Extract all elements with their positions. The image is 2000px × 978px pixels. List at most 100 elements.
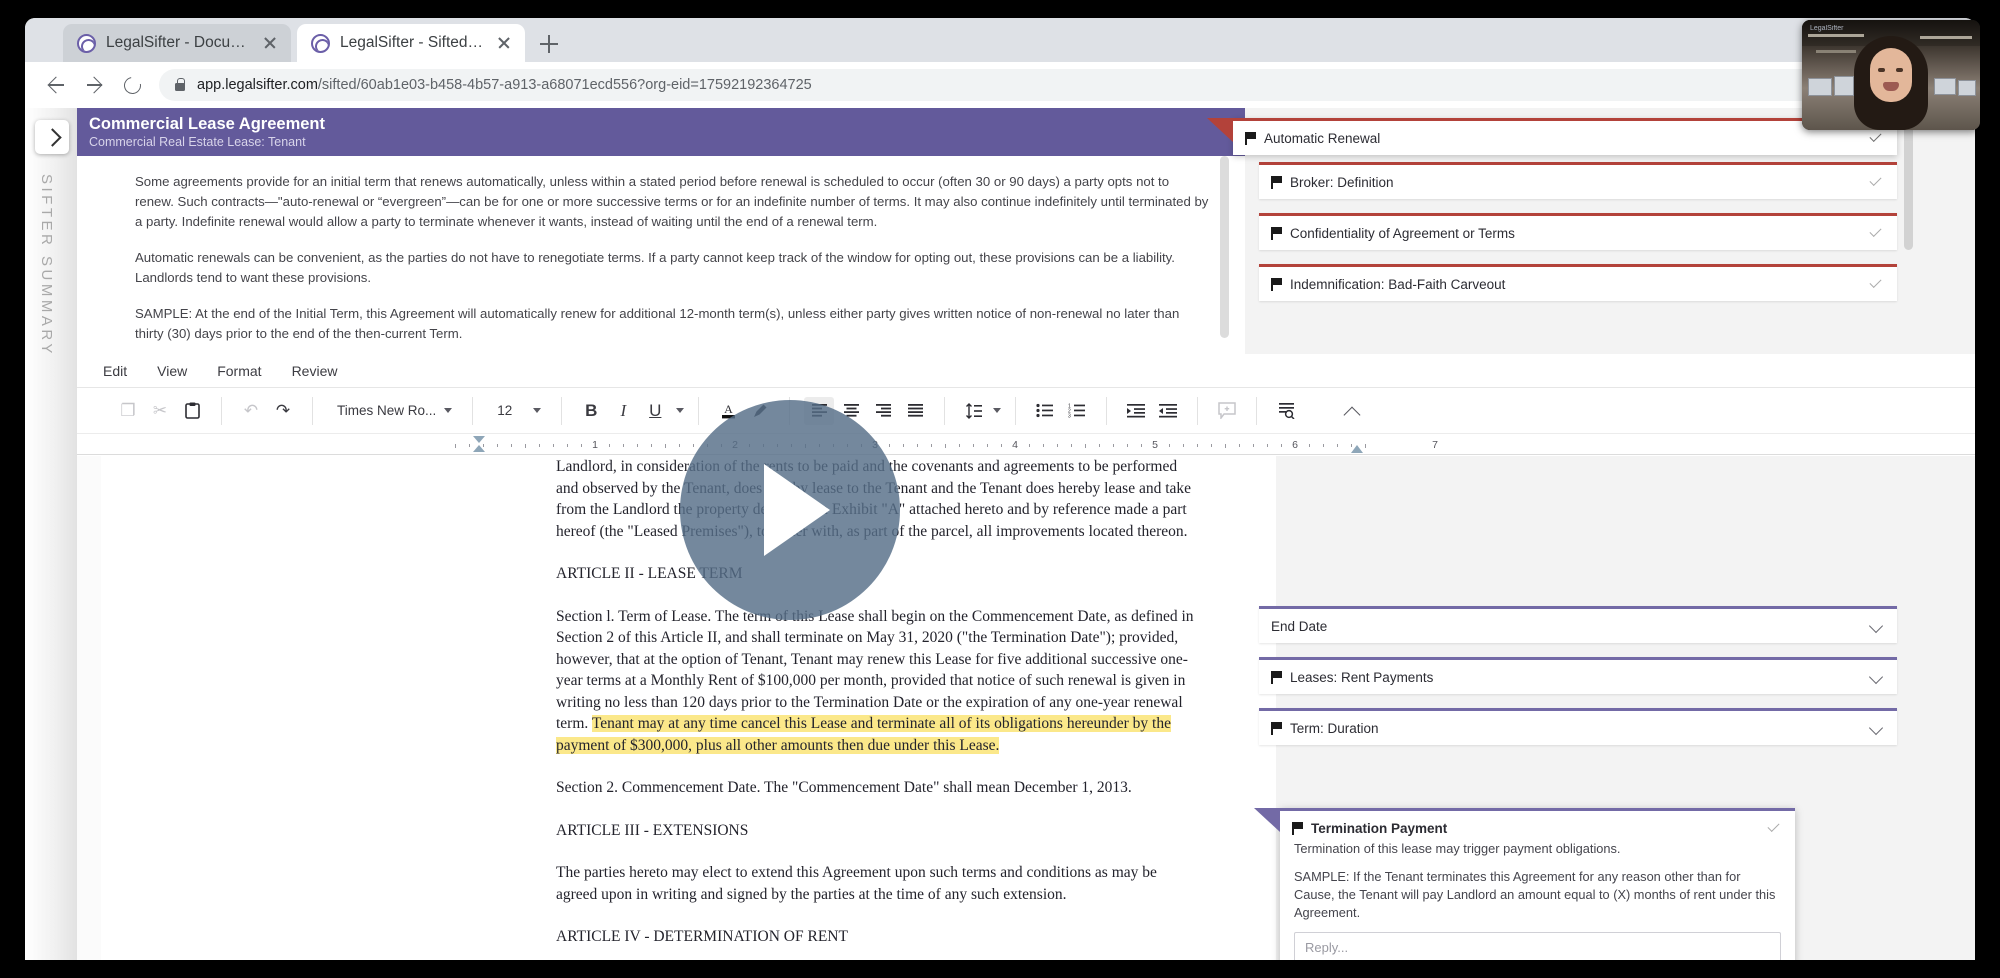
menu-format[interactable]: Format bbox=[217, 363, 261, 379]
clause-title: Indemnification: Bad-Faith Carveout bbox=[1290, 276, 1506, 292]
chevron-down-icon[interactable] bbox=[993, 408, 1002, 413]
clause-title: Automatic Renewal bbox=[1264, 130, 1381, 146]
add-comment-icon[interactable] bbox=[1212, 397, 1242, 425]
office-monitor bbox=[1808, 78, 1832, 96]
termination-card-body: Termination of this lease may trigger pa… bbox=[1280, 840, 1795, 922]
clause-sidebar-lower: End Date Leases: Rent Payments Term: Dur… bbox=[1245, 606, 1975, 759]
list-group: 1 2 3 bbox=[1016, 396, 1108, 425]
italic-icon[interactable]: I bbox=[608, 397, 638, 425]
clause-corner-marker bbox=[1254, 808, 1280, 832]
clause-sidebar-scrollbar[interactable] bbox=[1904, 114, 1913, 250]
webcam-overlay: LegalSifter bbox=[1802, 20, 1980, 130]
ceiling-light bbox=[1816, 50, 1856, 53]
chevron-down-icon[interactable] bbox=[1869, 721, 1883, 735]
font-family-group: Times New Ro... bbox=[313, 396, 474, 425]
chevron-down-icon[interactable] bbox=[1869, 670, 1883, 684]
clause-card-term-duration[interactable]: Term: Duration bbox=[1259, 708, 1897, 745]
indent-marker-bottom[interactable] bbox=[473, 445, 485, 452]
sifter-summary-rail[interactable]: SIFTER SUMMARY bbox=[25, 108, 77, 960]
ruler-number: 7 bbox=[1432, 439, 1438, 451]
check-icon[interactable] bbox=[1867, 225, 1883, 241]
browser-tab-2[interactable]: LegalSifter - Sifted Document bbox=[297, 24, 525, 62]
outdent-glyph bbox=[1159, 404, 1178, 418]
check-icon[interactable] bbox=[1765, 820, 1781, 836]
flag-icon bbox=[1271, 721, 1283, 735]
editor-ruler[interactable]: 1 2 3 bbox=[25, 435, 1975, 455]
document-titles: Commercial Lease Agreement Commercial Re… bbox=[89, 115, 325, 150]
clause-card-termination-payment[interactable]: Termination Payment Termination of this … bbox=[1254, 808, 1795, 960]
undo-icon[interactable]: ↶ bbox=[236, 397, 266, 425]
clause-title: Term: Duration bbox=[1290, 720, 1379, 736]
screenshot-frame: LegalSifter - Documents LegalSifter - Si… bbox=[0, 0, 2000, 978]
document-heading: ARTICLE III - EXTENSIONS bbox=[556, 821, 749, 839]
line-spacing-icon[interactable] bbox=[959, 397, 989, 425]
legalsifter-favicon bbox=[77, 33, 96, 53]
bullet-list-icon[interactable] bbox=[1030, 397, 1060, 425]
browser-tab-1[interactable]: LegalSifter - Documents bbox=[63, 24, 291, 62]
new-tab-icon[interactable] bbox=[537, 32, 561, 56]
flag-icon bbox=[1271, 175, 1283, 189]
check-icon[interactable] bbox=[1867, 130, 1883, 146]
reply-input[interactable]: Reply... bbox=[1294, 932, 1781, 960]
person-mouth bbox=[1883, 82, 1899, 91]
sifter-summary-label: SIFTER SUMMARY bbox=[38, 174, 55, 357]
chevron-down-icon[interactable] bbox=[676, 408, 685, 413]
collapse-toolbar-icon[interactable] bbox=[1341, 401, 1363, 423]
align-right-icon[interactable] bbox=[868, 397, 898, 425]
bullet-list-glyph bbox=[1036, 403, 1054, 418]
find-icon[interactable] bbox=[1271, 397, 1301, 425]
close-icon[interactable] bbox=[495, 34, 513, 52]
check-icon[interactable] bbox=[1867, 174, 1883, 190]
menu-review[interactable]: Review bbox=[292, 363, 338, 379]
person-eye bbox=[1878, 68, 1885, 72]
chevron-right-icon[interactable] bbox=[35, 120, 69, 154]
clause-card-confidentiality[interactable]: Confidentiality of Agreement or Terms bbox=[1259, 213, 1897, 250]
close-icon[interactable] bbox=[261, 34, 279, 52]
clause-summary: Termination of this lease may trigger pa… bbox=[1294, 841, 1621, 856]
clause-card-automatic-renewal[interactable]: Automatic Renewal bbox=[1207, 118, 1897, 155]
font-size-select[interactable]: 12 bbox=[487, 397, 547, 425]
copy-icon[interactable]: ❐ bbox=[113, 397, 143, 425]
clipboard-group: ❐ ✂ bbox=[99, 396, 222, 425]
reload-icon[interactable] bbox=[115, 68, 149, 102]
bold-icon[interactable]: B bbox=[576, 397, 606, 425]
indent-glyph bbox=[1127, 404, 1146, 418]
section-1-text: Section l. Term of Lease. The term of th… bbox=[556, 607, 1194, 733]
paste-glyph bbox=[184, 402, 200, 419]
browser-toolbar: app.legalsifter.com/sifted/60ab1e03-b458… bbox=[25, 62, 1975, 108]
redo-icon[interactable]: ↷ bbox=[268, 397, 298, 425]
menu-edit[interactable]: Edit bbox=[103, 363, 127, 379]
document-paragraph-section-2: Section 2. Commencement Date. The "Comme… bbox=[556, 779, 1132, 796]
chevron-down-icon[interactable] bbox=[1869, 619, 1883, 633]
clause-title: Confidentiality of Agreement or Terms bbox=[1290, 225, 1515, 241]
underline-icon[interactable]: U bbox=[640, 397, 670, 425]
indent-group bbox=[1107, 396, 1199, 425]
indent-icon[interactable] bbox=[1121, 397, 1151, 425]
address-bar[interactable]: app.legalsifter.com/sifted/60ab1e03-b458… bbox=[159, 69, 1961, 101]
forward-icon[interactable] bbox=[77, 68, 111, 102]
outdent-icon[interactable] bbox=[1153, 397, 1183, 425]
clause-card-broker-definition[interactable]: Broker: Definition bbox=[1259, 162, 1897, 199]
comment-glyph bbox=[1218, 402, 1237, 419]
browser-tab-strip: LegalSifter - Documents LegalSifter - Si… bbox=[25, 18, 1975, 62]
clause-sample: SAMPLE: If the Tenant terminates this Ag… bbox=[1294, 869, 1776, 920]
menu-view[interactable]: View bbox=[157, 363, 187, 379]
justify-icon[interactable] bbox=[900, 397, 930, 425]
clause-card-rent-payments[interactable]: Leases: Rent Payments bbox=[1259, 657, 1897, 694]
back-icon[interactable] bbox=[39, 68, 73, 102]
cut-icon[interactable]: ✂ bbox=[145, 397, 175, 425]
preview-scrollbar[interactable] bbox=[1220, 156, 1229, 338]
right-indent-marker[interactable] bbox=[1351, 445, 1363, 453]
font-family-select[interactable]: Times New Ro... bbox=[327, 397, 458, 425]
flag-icon bbox=[1271, 670, 1283, 684]
editor-toolbar: ❐ ✂ ↶ ↷ Times New Ro... 12 B I U A 1 2 3 bbox=[25, 388, 1975, 434]
numbered-list-icon[interactable]: 1 2 3 bbox=[1062, 397, 1092, 425]
flag-icon bbox=[1271, 226, 1283, 240]
ruler-number: 6 bbox=[1292, 439, 1298, 451]
play-button[interactable] bbox=[680, 400, 900, 620]
clause-card-end-date[interactable]: End Date bbox=[1259, 606, 1897, 643]
clause-card-indemnification[interactable]: Indemnification: Bad-Faith Carveout bbox=[1259, 264, 1897, 301]
paste-icon[interactable] bbox=[177, 397, 207, 425]
indent-marker-top[interactable] bbox=[473, 436, 485, 443]
check-icon[interactable] bbox=[1867, 276, 1883, 292]
